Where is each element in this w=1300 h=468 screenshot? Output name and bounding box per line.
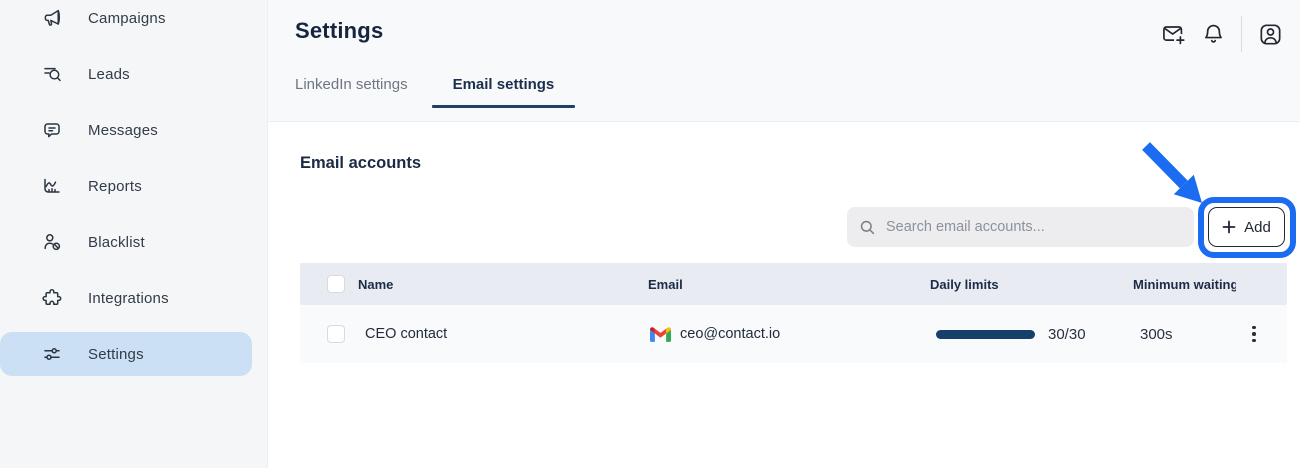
page-title: Settings [295, 18, 383, 44]
sidebar-item-reports[interactable]: Reports [0, 164, 252, 208]
sidebar-item-label: Settings [88, 346, 144, 363]
sidebar-item-settings[interactable]: Settings [0, 332, 252, 376]
bell-icon[interactable] [1193, 14, 1233, 54]
sidebar-item-label: Leads [88, 66, 130, 83]
sidebar-item-leads[interactable]: Leads [0, 52, 252, 96]
account-name-cell: CEO contact [365, 305, 447, 363]
tab-label: LinkedIn settings [295, 76, 408, 93]
tab-label: Email settings [453, 76, 555, 93]
column-header-email[interactable]: Email [648, 263, 683, 305]
sliders-icon [42, 344, 62, 364]
row-menu-kebab-icon[interactable] [1244, 305, 1264, 363]
account-email-cell: ceo@contact.io [650, 305, 780, 363]
add-button[interactable]: Add [1208, 207, 1285, 247]
row-checkbox[interactable] [327, 325, 345, 343]
tab-bar: LinkedIn settings Email settings [295, 76, 589, 105]
search-icon [859, 219, 876, 236]
column-header-daily-limits[interactable]: Daily limits [930, 263, 999, 305]
email-accounts-table: Name Email Daily limits Minimum waiting … [300, 263, 1287, 363]
gmail-icon [650, 326, 671, 342]
sidebar-item-label: Reports [88, 178, 142, 195]
section-title: Email accounts [300, 154, 421, 173]
topbar-actions [1153, 14, 1290, 54]
search-input[interactable] [886, 219, 1182, 235]
sidebar-item-label: Integrations [88, 290, 169, 307]
sidebar-item-label: Campaigns [88, 10, 166, 27]
sidebar-item-label: Messages [88, 122, 158, 139]
sidebar-item-blacklist[interactable]: Blacklist [0, 220, 252, 264]
column-header-name[interactable]: Name [358, 263, 393, 305]
topbar-divider [1241, 16, 1242, 52]
select-all-checkbox[interactable] [327, 275, 345, 293]
user-block-icon [42, 232, 62, 252]
account-icon[interactable] [1250, 14, 1290, 54]
chat-bubble-icon [42, 120, 62, 140]
sidebar-item-integrations[interactable]: Integrations [0, 276, 252, 320]
table-header-row: Name Email Daily limits Minimum waiting [300, 263, 1287, 305]
daily-limits-cell: 30/30 [936, 305, 1086, 363]
megaphone-icon [42, 8, 62, 28]
table-row[interactable]: CEO contact ceo@contact.io 30/30 300s [300, 305, 1287, 363]
sidebar-item-label: Blacklist [88, 234, 145, 251]
plus-icon [1222, 220, 1236, 234]
tab-email-settings[interactable]: Email settings [443, 76, 565, 105]
annotation-arrow-icon [1130, 132, 1220, 217]
daily-limit-progress-bar [936, 330, 1035, 339]
sidebar-nav: Campaigns Leads Messages Reports [0, 0, 252, 388]
select-all-checkbox-cell [327, 263, 345, 305]
sidebar-item-messages[interactable]: Messages [0, 108, 252, 152]
tab-linkedin-settings[interactable]: LinkedIn settings [295, 76, 418, 105]
sidebar: Campaigns Leads Messages Reports [0, 0, 268, 468]
row-checkbox-cell [327, 305, 345, 363]
page-header: Settings LinkedIn settings Email setting… [268, 0, 1300, 122]
sidebar-item-campaigns[interactable]: Campaigns [0, 0, 252, 40]
chart-icon [42, 176, 62, 196]
email-address: ceo@contact.io [680, 326, 780, 342]
active-tab-underline [432, 105, 576, 108]
column-header-minimum-waiting[interactable]: Minimum waiting [1133, 263, 1236, 305]
minimum-waiting-cell: 300s [1140, 305, 1173, 363]
puzzle-icon [42, 288, 62, 308]
mail-plus-icon[interactable] [1153, 14, 1193, 54]
search-email-accounts [847, 207, 1194, 247]
daily-limit-value: 30/30 [1048, 326, 1086, 343]
add-button-label: Add [1244, 219, 1271, 236]
app-screen: Campaigns Leads Messages Reports [0, 0, 1300, 468]
lead-search-icon [42, 64, 62, 84]
